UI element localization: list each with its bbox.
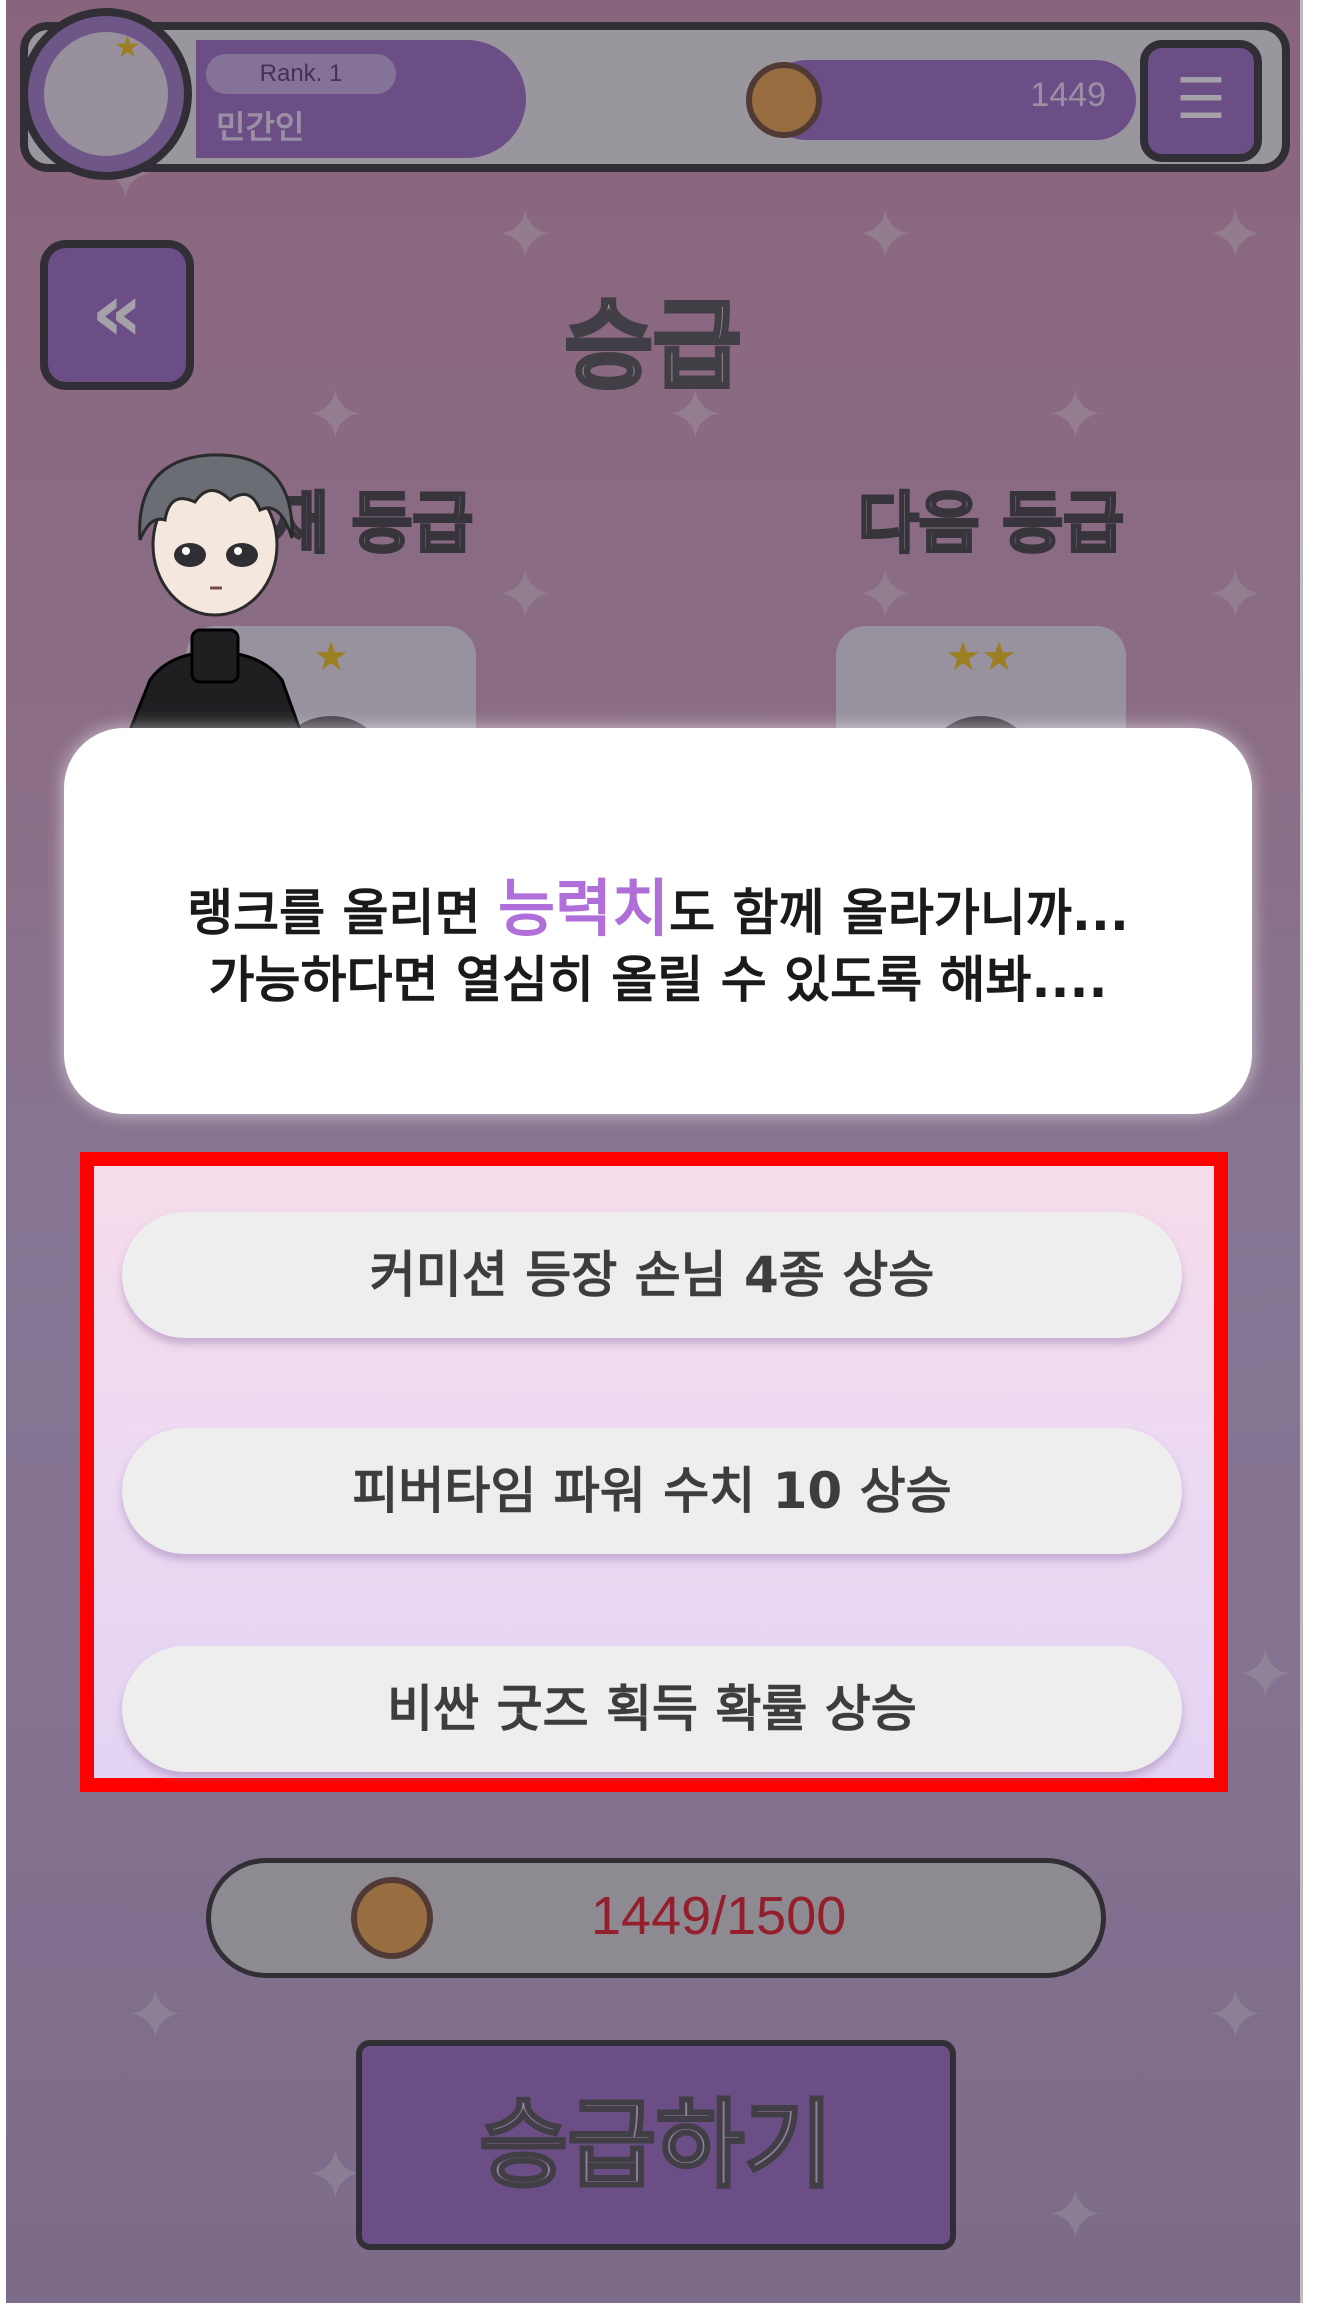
dialogue-line-2: 가능하다면 열심히 올릴 수 있도록 해봐.... [208, 951, 1108, 1009]
sparkle-icon: ✦ [1206, 1974, 1265, 2056]
promotion-benefits-panel: 커미션 등장 손님 4종 상승 피버타임 파워 수치 10 상승 비싼 굿즈 획… [80, 1152, 1228, 1792]
benefit-item: 피버타임 파워 수치 10 상승 [122, 1428, 1182, 1554]
dialogue-text: 도 함께 올라가니까... [669, 884, 1129, 942]
sparkle-icon: ✦ [856, 194, 915, 276]
rank-name: 민간인 [216, 108, 305, 146]
menu-button[interactable]: ☰ [1140, 40, 1262, 162]
star-icon: ★ [114, 30, 141, 65]
dialogue-highlight: 능력치 [497, 872, 670, 945]
benefit-item: 비싼 굿즈 획득 확률 상승 [122, 1646, 1182, 1772]
sparkle-icon: ✦ [126, 1974, 185, 2056]
sparkle-icon: ✦ [1206, 194, 1265, 276]
next-grade-label: 다음 등급 [857, 484, 1126, 564]
coin-icon [746, 62, 822, 138]
rank-label: Rank. 1 [206, 54, 396, 94]
dialogue-line-1: 랭크를 올리면 능력치도 함께 올라가니까... [64, 858, 1252, 948]
star-icon: ★★ [945, 634, 1017, 680]
dialogue-box[interactable]: 랭크를 올리면 능력치도 함께 올라가니까... 가능하다면 열심히 올릴 수 … [64, 728, 1252, 1114]
sparkle-icon: ✦ [856, 554, 915, 636]
sparkle-icon: ✦ [1236, 1634, 1295, 1716]
sparkle-icon: ✦ [1206, 554, 1265, 636]
avatar-portrait [44, 32, 168, 156]
coin-icon [351, 1877, 433, 1959]
promote-button[interactable]: 승급하기 [356, 2040, 956, 2250]
game-screen: ✦ ✦ ✦ ✦ ✦ ✦ ✦ ✦ ✦ ✦ ✦ ✦ ✦ ✦ ✦ ★ Rank. 1 … [6, 0, 1300, 2303]
benefit-item: 커미션 등장 손님 4종 상승 [122, 1212, 1182, 1338]
list-icon: ☰ [1175, 67, 1227, 132]
frame-border [1300, 0, 1303, 2303]
cost-text: 1449/1500 [591, 1886, 847, 1946]
promotion-cost-bar: 1449/1500 [206, 1858, 1106, 1978]
dialogue-text: 랭크를 올리면 [187, 884, 498, 942]
avatar[interactable]: ★ [20, 8, 192, 180]
coin-amount: 1449 [1030, 76, 1106, 114]
sparkle-icon: ✦ [496, 194, 555, 276]
tutorial-character [128, 453, 302, 730]
sparkle-icon: ✦ [496, 554, 555, 636]
sparkle-icon: ✦ [1046, 2174, 1105, 2256]
page-title: 승급 [563, 288, 744, 404]
